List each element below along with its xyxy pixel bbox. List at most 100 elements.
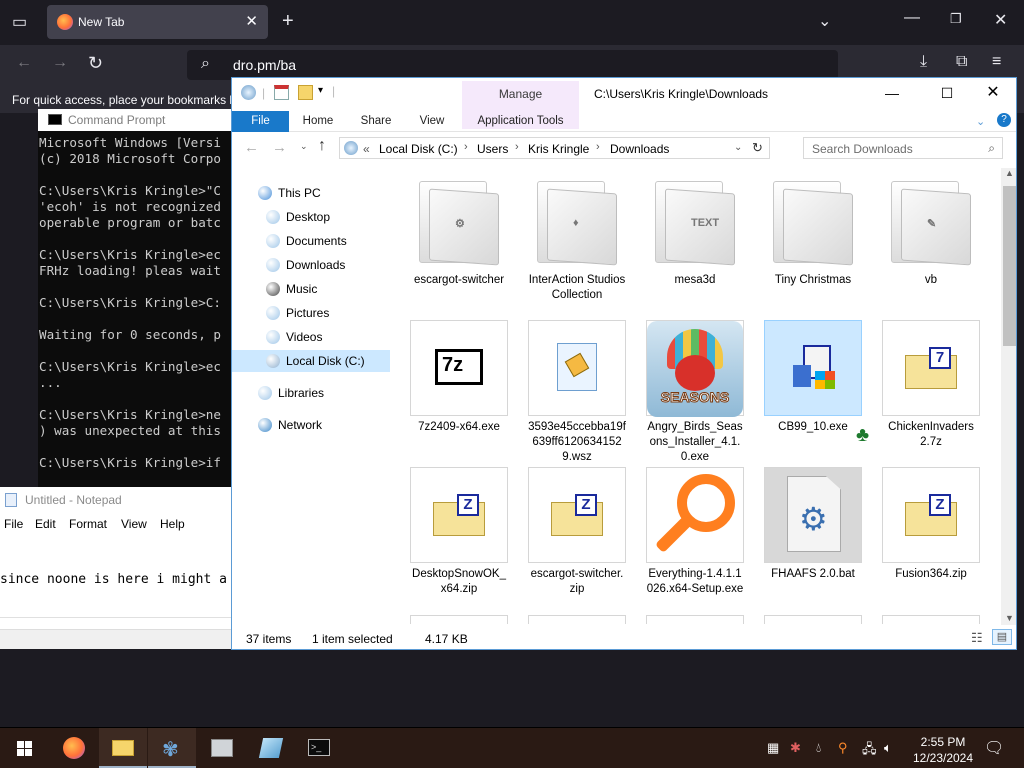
tray-volume-muted-icon[interactable]: 🔈︎	[884, 740, 892, 756]
refresh-icon[interactable]: ↻	[752, 140, 763, 156]
forward-icon[interactable]: →	[52, 54, 68, 72]
file-explorer-window[interactable]: | ▾ | Manage C:\Users\Kris Kringle\Downl…	[231, 77, 1017, 650]
sidebar-item-this-pc[interactable]: This PC	[232, 182, 390, 204]
file-item[interactable]: Z Fusion364.zip	[882, 467, 980, 607]
breadcrumb-downloads[interactable]: Downloads	[610, 142, 669, 156]
tab-manage[interactable]: Manage	[462, 81, 579, 108]
taskbar-cmd[interactable]: >_	[296, 728, 344, 768]
sidebar-item-desktop[interactable]: Desktop	[232, 206, 390, 228]
back-icon[interactable]: ←	[16, 54, 32, 72]
file-item[interactable]: 7z 7z2409-x64.exe	[410, 320, 508, 460]
file-item[interactable]	[764, 615, 862, 624]
sidebar-item-pictures[interactable]: Pictures	[232, 302, 390, 324]
notifications-icon[interactable]: 🗨︎	[984, 738, 1004, 758]
close-window-icon[interactable]: ✕	[994, 10, 1007, 30]
file-item[interactable]: 7 ChickenInvaders 2.7z	[882, 320, 980, 460]
reload-icon[interactable]: ↻	[88, 53, 103, 74]
customize-toolbar-icon[interactable]: ▾	[318, 85, 323, 96]
large-icons-view-icon[interactable]: ▤	[992, 629, 1012, 645]
taskbar-pinned-app[interactable]: ✾	[148, 728, 196, 768]
tab-share[interactable]: Share	[350, 111, 402, 132]
tab-view[interactable]: View	[408, 111, 456, 132]
menu-file[interactable]: File	[4, 517, 23, 531]
notepad-titlebar[interactable]: Untitled - Notepad	[0, 487, 238, 512]
file-item[interactable]	[646, 615, 744, 624]
restore-icon[interactable]: ❐	[950, 11, 962, 27]
tab-home[interactable]: Home	[292, 111, 344, 132]
chevron-down-icon[interactable]: ⌄	[818, 11, 831, 31]
forward-icon[interactable]: →	[272, 139, 287, 156]
breadcrumb-overflow[interactable]: «	[363, 142, 370, 156]
file-item[interactable]: Zescargot-switcher.zip	[528, 467, 626, 607]
downloads-icon[interactable]: ⤓	[920, 53, 927, 71]
cmd-output[interactable]: Microsoft Windows [Versi (c) 2018 Microso…	[39, 135, 238, 471]
breadcrumb-kris-kringle[interactable]: Kris Kringle	[528, 142, 589, 156]
breadcrumb-local-disk[interactable]: Local Disk (C:)	[379, 142, 458, 156]
explorer-titlebar[interactable]: | ▾ | Manage C:\Users\Kris Kringle\Downl…	[232, 78, 1016, 108]
scroll-up-icon[interactable]: ▲	[1005, 168, 1014, 178]
file-item[interactable]: ⚙ FHAAFS 2.0.bat	[764, 467, 862, 607]
taskbar-clock[interactable]: 2:55 PM 12/23/2024	[900, 734, 986, 766]
folder-item[interactable]: Tiny Christmas	[764, 173, 862, 313]
close-button[interactable]: ✕	[970, 81, 1016, 105]
new-folder-icon[interactable]	[298, 85, 313, 100]
file-item[interactable]: Z DesktopSnowOK_x64.zip	[410, 467, 508, 607]
up-icon[interactable]: ↑	[318, 137, 326, 155]
help-icon[interactable]: ?	[997, 113, 1011, 127]
menu-edit[interactable]: Edit	[35, 517, 56, 531]
address-dropdown-icon[interactable]: ⌄	[734, 142, 742, 153]
sidebar-item-downloads[interactable]: Downloads	[232, 254, 390, 276]
maximize-button[interactable]: ☐	[924, 81, 970, 105]
firefox-view-icon[interactable]: ▭	[12, 12, 27, 32]
recent-locations-icon[interactable]: ⌄	[300, 141, 308, 152]
taskbar-pinned-app-2[interactable]	[198, 728, 246, 768]
sidebar-item-network[interactable]: Network	[232, 414, 390, 436]
file-item[interactable]: 3593e45ccebba19f639ff61206341529.wsz	[528, 320, 626, 463]
taskbar-firefox[interactable]	[50, 728, 98, 768]
details-view-icon[interactable]: ☷	[971, 630, 983, 646]
file-item[interactable]	[410, 615, 508, 624]
breadcrumb-separator-icon[interactable]: ›	[515, 141, 519, 153]
notepad-window[interactable]: Untitled - Notepad File Edit Format View…	[0, 487, 238, 649]
tab-new-tab[interactable]: New Tab ✕	[47, 5, 268, 39]
folder-item[interactable]: ⚙ escargot-switcher	[410, 173, 508, 313]
breadcrumb-users[interactable]: Users	[477, 142, 508, 156]
menu-help[interactable]: Help	[160, 517, 185, 531]
folder-item[interactable]: ✎ vb	[882, 173, 980, 313]
minimize-button[interactable]: —	[869, 81, 915, 105]
menu-format[interactable]: Format	[69, 517, 107, 531]
start-button[interactable]	[0, 728, 48, 768]
breadcrumb-separator-icon[interactable]: ›	[596, 141, 600, 153]
tray-drop-icon[interactable]: 💧︎	[816, 740, 821, 756]
search-input[interactable]: Search Downloads ⌕	[803, 137, 1003, 159]
close-tab-icon[interactable]: ✕	[245, 12, 258, 30]
tab-application-tools[interactable]: Application Tools	[462, 111, 579, 132]
sidebar-item-documents[interactable]: Documents	[232, 230, 390, 252]
tray-app-icon[interactable]: ▦	[767, 740, 779, 756]
sidebar-item-videos[interactable]: Videos	[232, 326, 390, 348]
scrollbar-thumb[interactable]	[1003, 186, 1016, 346]
minimize-icon[interactable]: —	[904, 9, 920, 27]
tray-network-icon[interactable]: 🖧︎	[862, 740, 877, 762]
url-bar[interactable]: ⌕ dro.pm/ba	[187, 50, 838, 80]
tray-everything-icon[interactable]: ⚲	[838, 740, 848, 756]
file-item[interactable]	[882, 615, 980, 624]
extensions-icon[interactable]: ⧉	[956, 53, 967, 71]
command-prompt-window[interactable]: Command Prompt Microsoft Windows [Versi(…	[38, 109, 238, 487]
back-icon[interactable]: ←	[244, 139, 259, 156]
notepad-horizontal-scrollbar[interactable]	[0, 629, 238, 649]
file-item[interactable]	[528, 615, 626, 624]
properties-icon[interactable]	[274, 85, 289, 100]
tray-settings-icon[interactable]: ✱	[790, 740, 801, 756]
scroll-down-icon[interactable]: ▼	[1005, 613, 1014, 623]
taskbar-pinned-app-3[interactable]	[247, 728, 295, 768]
new-tab-icon[interactable]: +	[282, 10, 294, 33]
sidebar-item-libraries[interactable]: Libraries	[232, 382, 390, 404]
menu-view[interactable]: View	[121, 517, 147, 531]
breadcrumb-separator-icon[interactable]: ›	[464, 141, 468, 153]
sidebar-item-local-disk-c[interactable]: Local Disk (C:)	[232, 350, 390, 372]
tab-file[interactable]: File	[232, 111, 289, 132]
file-item[interactable]: SEASONS Angry_Birds_Seasons_Installer_4.1…	[646, 320, 744, 463]
menu-icon[interactable]: ≡	[992, 53, 1001, 71]
folder-item[interactable]: ♦ InterAction Studios Collection	[528, 173, 626, 313]
